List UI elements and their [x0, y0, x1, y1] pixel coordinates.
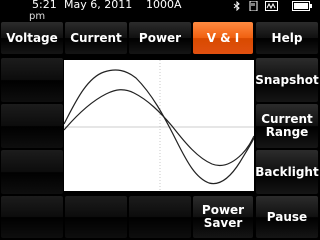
current-range-label: Current Range [261, 112, 313, 139]
bottom-softkey-1[interactable] [64, 195, 128, 239]
sd-card-icon [249, 1, 258, 11]
backlight-label: Backlight [255, 164, 319, 179]
clock-time: 5:21 [32, 0, 57, 11]
tab-v-and-i-label: V & I [206, 30, 240, 45]
tab-current-label: Current [70, 30, 122, 45]
left-softkey-1[interactable] [0, 57, 64, 103]
status-range: 1000A [146, 0, 182, 11]
bluetooth-icon [233, 1, 240, 11]
tab-power-label: Power [138, 30, 182, 45]
power-saver-button[interactable]: Power Saver [192, 195, 254, 239]
pause-label: Pause [266, 209, 308, 224]
bottom-softkey-2[interactable] [128, 195, 192, 239]
backlight-button[interactable]: Backlight [255, 149, 319, 195]
status-bar: 5:21 pm May 6, 2011 1000A [0, 0, 319, 22]
tab-voltage[interactable]: Voltage [0, 21, 64, 55]
clock-ampm: pm [29, 11, 46, 22]
help-button-label: Help [271, 30, 303, 45]
left-softkey-2[interactable] [0, 103, 64, 149]
left-softkey-3[interactable] [0, 149, 64, 195]
tab-v-and-i[interactable]: V & I [192, 21, 254, 55]
waveform-plot [63, 60, 255, 191]
tab-voltage-label: Voltage [6, 30, 58, 45]
help-button[interactable]: Help [255, 21, 319, 55]
tab-power[interactable]: Power [128, 21, 192, 55]
snapshot-label: Snapshot [255, 72, 319, 87]
snapshot-button[interactable]: Snapshot [255, 57, 319, 103]
power-saver-label: Power Saver [201, 203, 245, 230]
pause-button[interactable]: Pause [255, 195, 319, 239]
tab-current[interactable]: Current [64, 21, 128, 55]
battery-icon [292, 1, 312, 11]
current-range-button[interactable]: Current Range [255, 103, 319, 149]
current-waveform [63, 89, 255, 167]
memory-icon [265, 1, 278, 11]
left-softkey-4[interactable] [0, 195, 64, 239]
waveform-graph [63, 60, 255, 191]
status-date: May 6, 2011 [64, 0, 133, 11]
